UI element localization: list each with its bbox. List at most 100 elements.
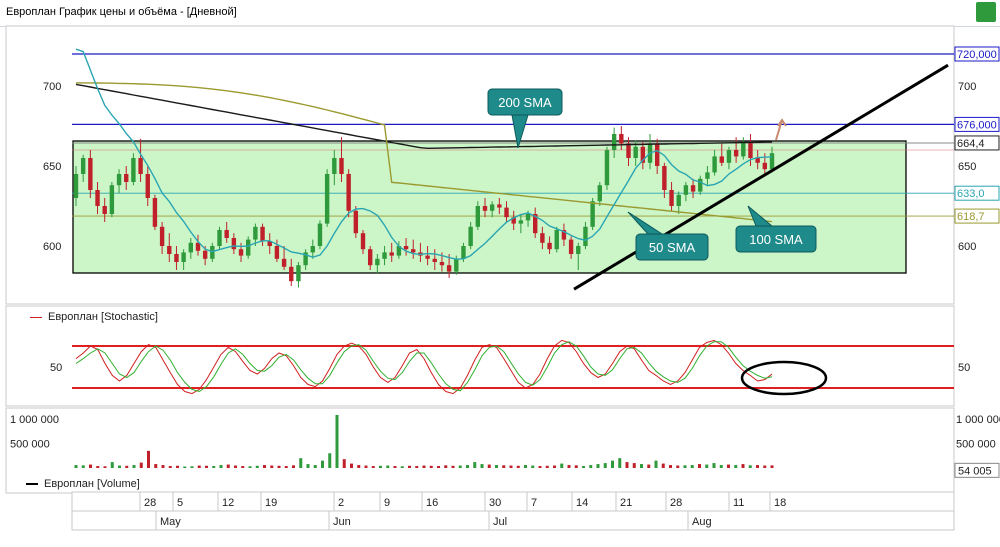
volume-bar: [190, 466, 194, 468]
volume-bar: [487, 464, 491, 468]
candle-body: [389, 252, 394, 256]
candle-body: [152, 198, 158, 227]
volume-bar: [582, 466, 585, 468]
x-month-label: Jul: [493, 516, 507, 528]
volume-bar: [139, 462, 143, 468]
x-day-label: 30: [489, 497, 501, 509]
candle-body: [360, 233, 366, 250]
candle-body: [188, 242, 194, 253]
candle-body: [468, 226, 473, 246]
candle-body: [439, 262, 445, 266]
x-month-label: Jun: [333, 516, 351, 528]
volume-bar: [168, 466, 172, 468]
candle-body: [102, 206, 107, 214]
volume-bar: [125, 465, 129, 468]
volume-bar: [103, 466, 107, 468]
volume-tick-right: 500 000: [956, 438, 996, 450]
candle-body: [454, 258, 459, 272]
candle-body: [145, 174, 150, 198]
volume-bar: [444, 465, 448, 468]
volume-bar: [96, 466, 100, 468]
volume-pane: [5, 407, 955, 494]
x-day-label: 2: [338, 497, 344, 509]
volume-bar: [371, 466, 375, 468]
candle-body: [604, 150, 610, 186]
volume-bar: [690, 465, 694, 468]
candle-body: [253, 226, 258, 240]
price-marker-label: 618,7: [957, 211, 985, 223]
volume-bar: [205, 465, 208, 468]
volume-bar: [705, 464, 709, 468]
volume-bar: [480, 464, 484, 468]
volume-bar: [473, 462, 477, 468]
volume-bar: [176, 465, 179, 468]
candle-body: [719, 156, 724, 163]
candle-body: [446, 265, 452, 272]
candle-body: [138, 158, 143, 174]
volume-bar: [422, 465, 426, 468]
volume-bar: [342, 459, 346, 468]
volume-bar: [647, 464, 651, 468]
candle-body: [324, 174, 330, 224]
candle-body: [210, 246, 215, 259]
volume-bar: [698, 464, 701, 468]
stoch-tick-left: 50: [50, 362, 62, 374]
volume-bar: [429, 465, 433, 468]
x-day-label: 5: [177, 497, 183, 509]
volume-bar: [386, 465, 390, 468]
candle-body: [95, 190, 100, 206]
volume-bar: [502, 465, 506, 468]
candle-body: [224, 230, 229, 238]
sma50-callout-label: 50 SMA: [649, 240, 696, 255]
candle-body: [461, 246, 466, 259]
candle-body: [733, 150, 739, 157]
volume-bar: [437, 466, 440, 468]
candle-body: [576, 246, 581, 254]
volume-bar: [197, 465, 201, 468]
candle-body: [281, 258, 287, 267]
volume-bar: [712, 463, 716, 468]
x-day-label: 12: [222, 497, 234, 509]
candle-body: [525, 214, 531, 221]
chart-canvas: 600 600 650 650 700 700 720,000 676,000 664,4 633…: [5, 25, 1000, 531]
candle-body: [375, 258, 380, 266]
volume-bar: [400, 466, 404, 468]
volume-bar: [756, 465, 759, 468]
volume-bar: [183, 466, 187, 468]
candle-body: [662, 166, 667, 190]
volume-bar: [458, 465, 462, 468]
volume-bar: [538, 466, 542, 468]
x-day-label: 21: [620, 497, 632, 509]
volume-bar: [248, 466, 252, 468]
price-marker-label: 720,000: [957, 49, 997, 61]
price-tick-left: 700: [43, 81, 61, 93]
volume-bar: [495, 465, 498, 468]
volume-bar: [234, 465, 237, 468]
candle-body: [712, 156, 717, 173]
price-tick-left: 600: [43, 241, 61, 253]
volume-bar: [632, 463, 636, 468]
candle-body: [332, 158, 337, 174]
volume-bar: [669, 465, 672, 468]
volume-bar: [393, 466, 397, 468]
candle-body: [690, 185, 696, 192]
volume-bar: [654, 460, 658, 468]
volume-bar: [270, 465, 274, 468]
volume-bar: [748, 465, 752, 468]
candle-body: [683, 185, 689, 195]
price-marker-label: 633,0: [957, 188, 985, 200]
candle-body: [289, 266, 294, 282]
volume-bar: [574, 465, 578, 468]
candle-body: [167, 246, 172, 254]
price-tick-right: 600: [958, 241, 976, 253]
candle-body: [705, 172, 710, 179]
candle-body: [238, 249, 244, 256]
volume-bar: [611, 460, 614, 468]
volume-bar: [313, 465, 317, 468]
volume-bar: [306, 464, 310, 468]
price-tick-left: 650: [43, 161, 61, 173]
x-day-label: 28: [670, 497, 682, 509]
candle-body: [124, 174, 129, 182]
volume-bar: [734, 465, 738, 468]
candle-body: [174, 254, 179, 262]
